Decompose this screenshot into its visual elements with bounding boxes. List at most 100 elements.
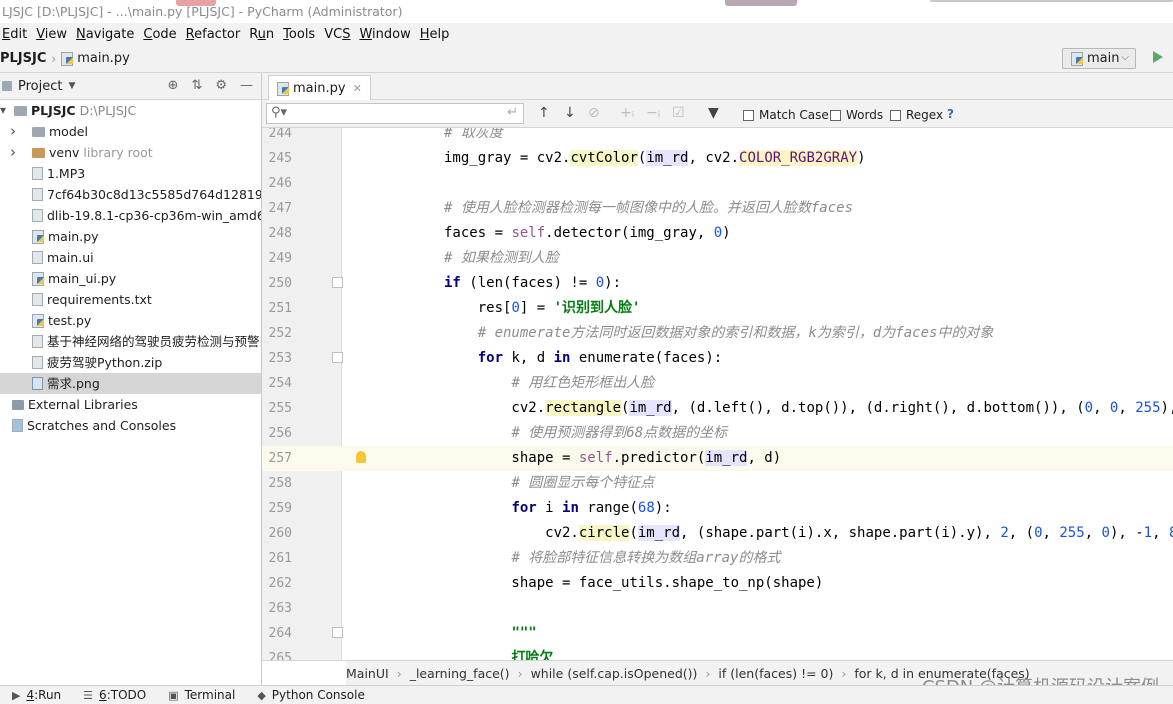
intention-bulb-icon[interactable] bbox=[356, 451, 366, 463]
navigation-bar: PLJSJC › main.py main ⌵ bbox=[0, 45, 1173, 73]
code-line[interactable]: 244 # 取灰度 bbox=[262, 128, 1173, 146]
tree-item[interactable]: › venv library root bbox=[0, 142, 261, 163]
menu-item-tools[interactable]: Tools bbox=[283, 27, 315, 42]
project-panel-header[interactable]: Project ▼ ⊕ ⇅ ⚙ — bbox=[0, 73, 261, 100]
tree-item[interactable]: main.ui bbox=[0, 247, 261, 268]
breadcrumb-item[interactable]: if (len(faces) != 0) bbox=[718, 666, 833, 681]
menu-item-view[interactable]: View bbox=[36, 27, 67, 42]
menu-item-window[interactable]: Window bbox=[359, 27, 410, 42]
tool-window-todo[interactable]: ☰ 6: TODO bbox=[83, 688, 146, 702]
tree-item[interactable]: › model bbox=[0, 121, 261, 142]
line-number: 260 bbox=[268, 526, 292, 541]
tree-item[interactable]: main.py bbox=[0, 226, 261, 247]
code-line[interactable]: 256 # 使用预测器得到68点数据的坐标 bbox=[262, 421, 1173, 446]
line-number: 264 bbox=[268, 626, 292, 641]
code-line[interactable]: 263 bbox=[262, 596, 1173, 621]
previous-occurrence-icon[interactable]: ↑ bbox=[538, 105, 550, 121]
nav-file[interactable]: main.py bbox=[61, 51, 130, 66]
menu-item-help[interactable]: Help bbox=[420, 27, 450, 42]
code-line[interactable]: 255 cv2.rectangle(im_rd, (d.left(), d.to… bbox=[262, 396, 1173, 421]
tree-item[interactable]: requirements.txt bbox=[0, 289, 261, 310]
run-configuration-dropdown[interactable]: main ⌵ bbox=[1062, 48, 1136, 69]
code-text: # 使用人脸检测器检测每一帧图像中的人脸。并返回人脸数faces bbox=[444, 200, 853, 216]
search-icon[interactable]: ⚲▾ bbox=[271, 105, 287, 120]
menu-item-run[interactable]: Run bbox=[249, 27, 274, 42]
breadcrumb-item[interactable]: MainUI bbox=[346, 666, 389, 681]
gear-icon[interactable]: ⚙ bbox=[215, 78, 227, 93]
menu-item-refactor[interactable]: Refactor bbox=[186, 27, 241, 42]
code-editor[interactable]: 244 # 取灰度 245 img_gray = cv2.cvtColor(im_rd… bbox=[262, 128, 1173, 660]
code-line[interactable]: 259 for i in range(68): bbox=[262, 496, 1173, 521]
code-line[interactable]: 251 res[0] = '识别到人脸' bbox=[262, 296, 1173, 321]
tree-item[interactable]: External Libraries bbox=[0, 394, 261, 415]
code-line[interactable]: 246 bbox=[262, 171, 1173, 196]
search-input[interactable]: ⚲▾ ↵ bbox=[266, 103, 524, 124]
code-text: img_gray = cv2.cvtColor(im_rd, cv2.COLOR… bbox=[444, 150, 866, 166]
regex-label: Regex bbox=[906, 108, 944, 122]
words-checkbox[interactable]: Words bbox=[830, 108, 883, 122]
menu-item-vcs[interactable]: VCS bbox=[324, 27, 350, 42]
tree-item-label: PLJSJC bbox=[31, 103, 76, 118]
code-line[interactable]: 253 for k, d in enumerate(faces): bbox=[262, 346, 1173, 371]
code-line[interactable]: 257 shape = self.predictor(im_rd, d) bbox=[262, 446, 1173, 471]
fold-marker-icon[interactable] bbox=[332, 277, 343, 288]
project-tree: ▾ PLJSJC D:\PLJSJC › model › venv library root 1… bbox=[0, 100, 261, 436]
chevron-right-icon[interactable]: › bbox=[10, 121, 16, 142]
locate-icon[interactable]: ⊕ bbox=[168, 78, 179, 93]
tree-item[interactable]: test.py bbox=[0, 310, 261, 331]
chevron-right-icon[interactable]: › bbox=[10, 142, 16, 163]
select-all-occurrences-icon[interactable]: ☑ bbox=[672, 105, 685, 121]
run-config-label: main bbox=[1087, 51, 1120, 66]
menu-item-code[interactable]: Code bbox=[143, 27, 176, 42]
add-selection-icon[interactable]: +ᵢ bbox=[620, 105, 634, 121]
code-line[interactable]: 252 # enumerate方法同时返回数据对象的索引和数据，k为索引，d为f… bbox=[262, 321, 1173, 346]
code-line[interactable]: 247 # 使用人脸检测器检测每一帧图像中的人脸。并返回人脸数faces bbox=[262, 196, 1173, 221]
fold-marker-icon[interactable] bbox=[332, 627, 343, 638]
line-number: 259 bbox=[268, 501, 292, 516]
tree-item[interactable]: Scratches and Consoles bbox=[0, 415, 261, 436]
hide-icon[interactable]: — bbox=[240, 78, 253, 93]
code-line[interactable]: 250 if (len(faces) != 0): bbox=[262, 271, 1173, 296]
code-line[interactable]: 249 # 如果检测到人脸 bbox=[262, 246, 1173, 271]
tree-item[interactable]: dlib-19.8.1-cp36-cp36m-win_amd64.whl bbox=[0, 205, 261, 226]
code-line[interactable]: 260 cv2.circle(im_rd, (shape.part(i).x, … bbox=[262, 521, 1173, 546]
code-line[interactable]: 264 """ bbox=[262, 621, 1173, 646]
fold-marker-icon[interactable] bbox=[332, 352, 343, 363]
code-line[interactable]: 261 # 将脸部特征信息转换为数组array的格式 bbox=[262, 546, 1173, 571]
nav-project-root[interactable]: PLJSJC bbox=[0, 51, 46, 66]
tree-item[interactable]: 1.MP3 bbox=[0, 163, 261, 184]
tree-item[interactable]: 基于神经网络的驾驶员疲劳检测与预警系统 bbox=[0, 331, 261, 352]
tree-item[interactable]: 疲劳驾驶Python.zip bbox=[0, 352, 261, 373]
tool-window-terminal[interactable]: ▣ Terminal bbox=[168, 688, 235, 702]
code-line[interactable]: 248 faces = self.detector(img_gray, 0) bbox=[262, 221, 1173, 246]
find-all-icon[interactable]: ⊘ bbox=[588, 105, 600, 121]
tree-item[interactable]: 需求.png bbox=[0, 373, 261, 394]
code-line[interactable]: 254 # 用红色矩形框出人脸 bbox=[262, 371, 1173, 396]
tree-item[interactable]: 7cf64b30c8d13c5585d764d12819c53 bbox=[0, 184, 261, 205]
tab-main-py[interactable]: main.py ✕ bbox=[268, 75, 371, 100]
chevron-down-icon[interactable]: ▾ bbox=[0, 100, 6, 121]
regex-checkbox[interactable]: Regex bbox=[890, 108, 943, 122]
regex-help-link[interactable]: ? bbox=[947, 107, 954, 121]
tree-item[interactable]: ▾ PLJSJC D:\PLJSJC bbox=[0, 100, 261, 121]
run-icon[interactable] bbox=[1153, 51, 1163, 63]
tool-window-run[interactable]: ▶ 4: Run bbox=[12, 688, 61, 702]
menu-item-navigate[interactable]: Navigate bbox=[76, 27, 134, 42]
tool-window-python-console[interactable]: ◆ Python Console bbox=[257, 688, 365, 702]
breadcrumb-item[interactable]: while (self.cap.isOpened()) bbox=[531, 666, 698, 681]
menu-mnemonic: V bbox=[36, 26, 45, 42]
close-icon[interactable]: ✕ bbox=[353, 82, 362, 95]
code-line[interactable]: 258 # 圆圈显示每个特征点 bbox=[262, 471, 1173, 496]
menu-item-edit[interactable]: Edit bbox=[2, 27, 27, 42]
menu-mnemonic: E bbox=[2, 26, 11, 42]
remove-selection-icon[interactable]: −ᵢ bbox=[646, 105, 660, 121]
breadcrumb-item[interactable]: _learning_face() bbox=[410, 666, 510, 681]
code-line[interactable]: 262 shape = face_utils.shape_to_np(shape… bbox=[262, 571, 1173, 596]
code-line[interactable]: 245 img_gray = cv2.cvtColor(im_rd, cv2.CO… bbox=[262, 146, 1173, 171]
collapse-icon[interactable]: ⇅ bbox=[191, 78, 202, 93]
code-line[interactable]: 265 打哈欠 bbox=[262, 646, 1173, 660]
match-case-checkbox[interactable]: Match Case bbox=[743, 108, 829, 122]
filter-icon[interactable]: ▼ bbox=[708, 105, 719, 121]
tree-item[interactable]: main_ui.py bbox=[0, 268, 261, 289]
next-occurrence-icon[interactable]: ↓ bbox=[564, 105, 576, 121]
